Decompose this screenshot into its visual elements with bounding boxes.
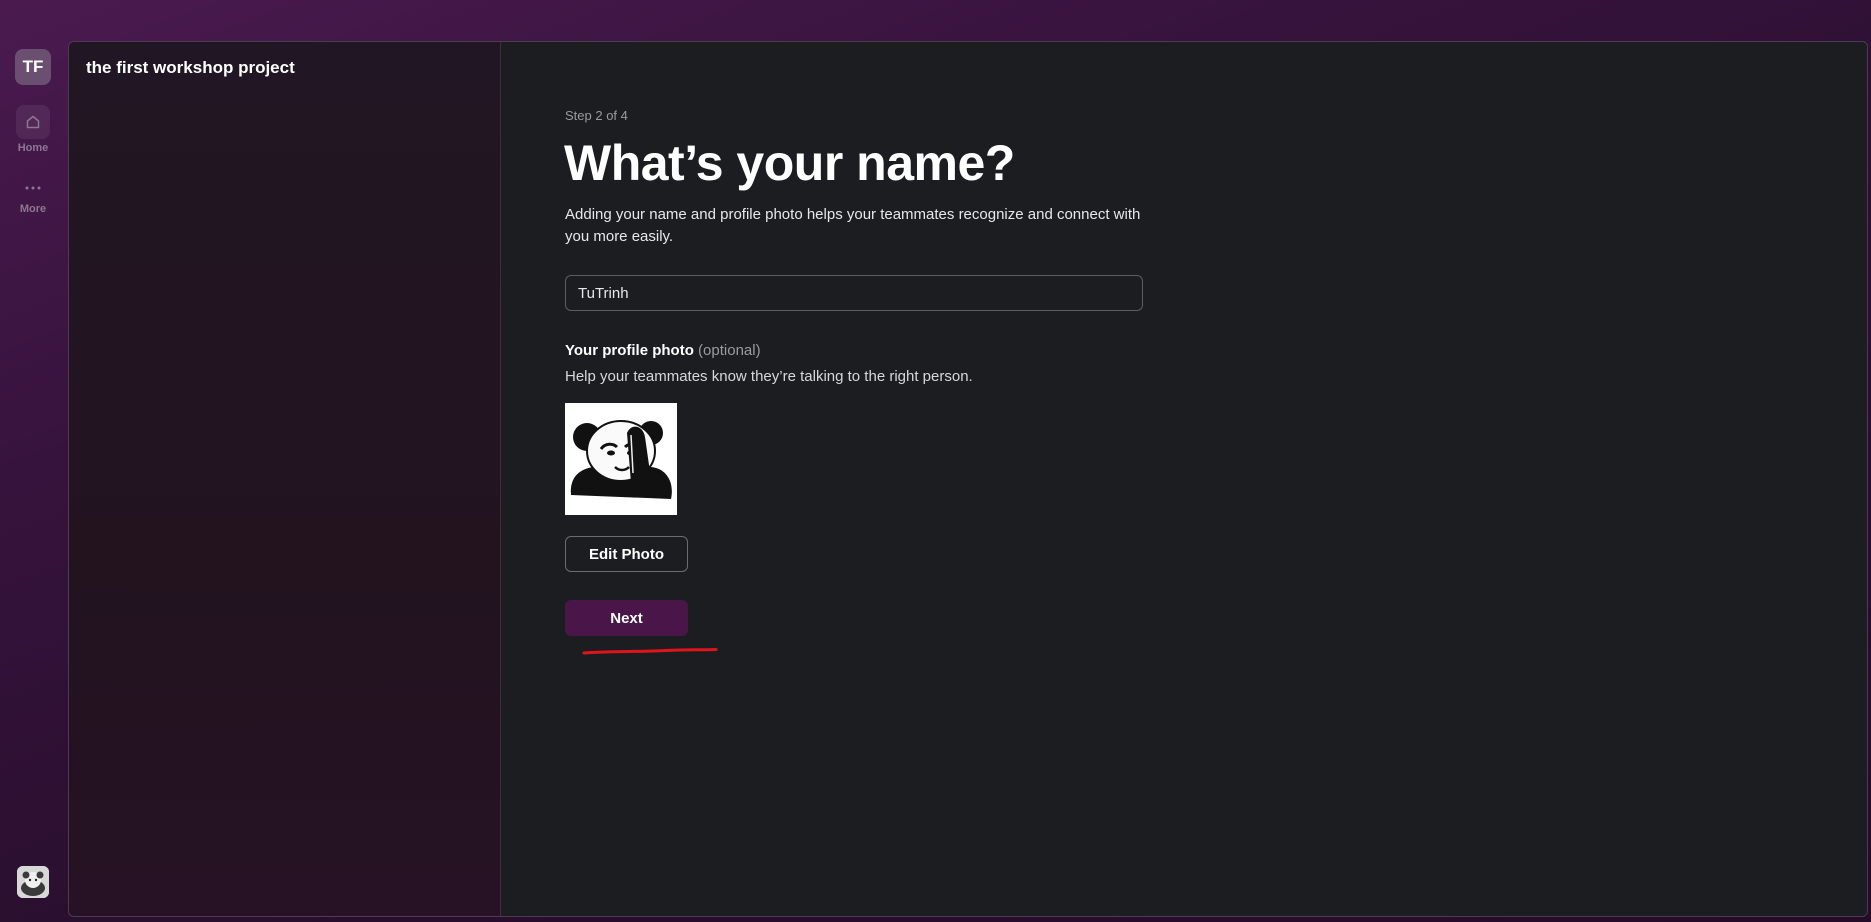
app-frame: the first workshop project Step 2 of 4 W… <box>68 41 1868 917</box>
sidebar: the first workshop project <box>69 42 501 916</box>
optional-tag: (optional) <box>698 342 761 359</box>
profile-photo <box>565 403 677 515</box>
rail-home-label: Home <box>17 142 49 154</box>
page-description: Adding your name and profile photo helps… <box>565 206 1141 245</box>
user-avatar[interactable] <box>17 866 49 898</box>
name-input[interactable] <box>565 275 1143 311</box>
more-icon <box>16 176 50 200</box>
profile-photo-label: Your profile photo (optional) <box>565 342 761 359</box>
step-indicator: Step 2 of 4 <box>565 108 628 123</box>
rail-more-button[interactable]: More <box>0 176 66 215</box>
page-title: What’s your name? <box>564 135 1015 191</box>
workspace-name[interactable]: the first workshop project <box>86 58 295 78</box>
profile-photo-label-text: Your profile photo <box>565 342 694 359</box>
annotation-underline <box>582 648 718 655</box>
profile-photo-help: Help your teammates know they’re talking… <box>565 368 973 385</box>
workspace-rail: TF Home More <box>0 0 68 922</box>
home-icon <box>16 105 50 139</box>
onboarding-panel: Step 2 of 4 What’s your name? Adding you… <box>501 42 1867 916</box>
workspace-switcher[interactable]: TF <box>15 49 51 85</box>
next-button[interactable]: Next <box>565 600 688 636</box>
rail-more-label: More <box>19 203 47 215</box>
rail-home-button[interactable]: Home <box>0 105 66 154</box>
edit-photo-button[interactable]: Edit Photo <box>565 536 688 572</box>
